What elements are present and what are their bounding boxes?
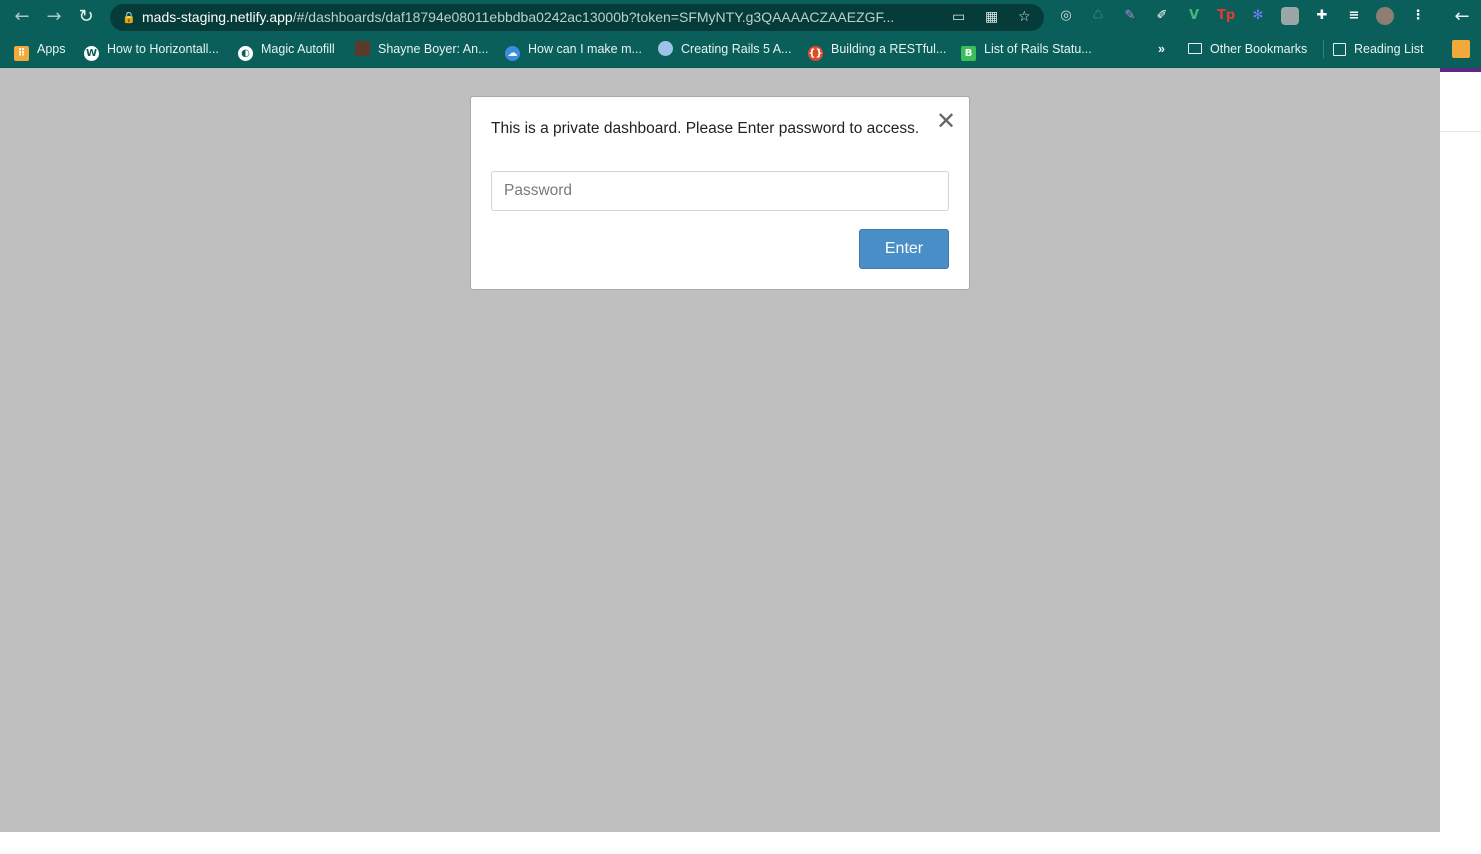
side-apps-grid-icon[interactable]: [1452, 40, 1470, 58]
profile-avatar-icon[interactable]: [1376, 7, 1394, 25]
browser-toolbar: ← → ↻ 🔒 mads-staging.netlify.app/#/dashb…: [0, 0, 1481, 34]
snowflake-extension-icon[interactable]: ✻: [1249, 7, 1267, 25]
address-url[interactable]: mads-staging.netlify.app/#/dashboards/da…: [142, 4, 950, 31]
avatar-icon: [355, 41, 370, 56]
reload-icon[interactable]: ↻: [74, 5, 98, 29]
enter-button[interactable]: Enter: [859, 229, 949, 269]
cast-icon[interactable]: ▭: [952, 4, 965, 31]
password-input[interactable]: [491, 171, 949, 211]
target-extension-icon[interactable]: ◎: [1057, 7, 1075, 25]
side-accent-bar: [1440, 68, 1481, 72]
bookmark-how-can-i[interactable]: ☁ How can I make m...: [505, 34, 642, 64]
braces-icon: {}: [808, 46, 823, 61]
bookmark-building-restful[interactable]: {} Building a RESTful...: [808, 34, 946, 64]
apps-grid-icon: ⠿: [14, 46, 29, 61]
bookmark-apps[interactable]: ⠿ Apps: [14, 34, 66, 64]
bookmark-magic-autofill[interactable]: ◐ Magic Autofill: [238, 34, 335, 64]
star-bookmark-icon[interactable]: ☆: [1018, 4, 1031, 31]
bookmarks-overflow-chevron[interactable]: »: [1158, 34, 1165, 64]
wordpress-icon: W: [84, 46, 99, 61]
menu-kebab-icon[interactable]: ⋮: [1409, 7, 1427, 25]
back-arrow-icon[interactable]: ←: [10, 5, 34, 29]
b-icon: B: [961, 46, 976, 61]
pen-extension-icon[interactable]: ✐: [1153, 7, 1171, 25]
side-back-arrow-icon[interactable]: ←: [1450, 5, 1474, 29]
feather-extension-icon[interactable]: ✎: [1121, 7, 1139, 25]
close-icon[interactable]: ✕: [935, 109, 957, 133]
qr-code-icon[interactable]: ▦: [985, 4, 998, 31]
reading-list-icon: [1333, 43, 1346, 56]
earth-icon: [658, 41, 673, 56]
bookmark-rails-status[interactable]: B List of Rails Statu...: [961, 34, 1092, 64]
bookmark-other-folder[interactable]: Other Bookmarks: [1188, 34, 1307, 64]
side-panel-strip: ←: [1440, 0, 1481, 854]
folder-icon: [1188, 43, 1202, 54]
modal-message: This is a private dashboard. Please Ente…: [491, 120, 920, 137]
reading-list[interactable]: Reading List: [1333, 34, 1424, 64]
recycle-extension-icon[interactable]: ♺: [1089, 7, 1107, 25]
tp-extension-icon[interactable]: Tp: [1217, 7, 1235, 25]
password-modal: This is a private dashboard. Please Ente…: [470, 96, 970, 290]
address-bar[interactable]: 🔒 mads-staging.netlify.app/#/dashboards/…: [110, 4, 1044, 31]
bottom-gap: [0, 832, 1440, 854]
puzzle-extensions-icon[interactable]: ✚: [1313, 7, 1331, 25]
cloud-icon: ☁: [505, 46, 520, 61]
bookmark-creating-rails[interactable]: Creating Rails 5 A...: [658, 34, 791, 64]
globe-icon: ◐: [238, 46, 253, 61]
side-panel-header: ←: [1440, 0, 1481, 68]
side-divider: [1440, 131, 1481, 132]
bookmarks-bar: ⠿ Apps W How to Horizontall... ◐ Magic Auto…: [0, 34, 1481, 68]
forward-arrow-icon[interactable]: →: [42, 5, 66, 29]
bookmark-horizontal[interactable]: W How to Horizontall...: [84, 34, 219, 64]
square-extension-icon[interactable]: [1281, 7, 1299, 25]
vue-devtools-icon[interactable]: V: [1185, 7, 1203, 25]
media-control-icon[interactable]: ≡: [1345, 7, 1363, 25]
bookmark-shayne-boyer[interactable]: Shayne Boyer: An...: [355, 34, 489, 64]
lock-icon: 🔒: [122, 11, 136, 24]
bookmarks-divider: [1323, 40, 1324, 58]
